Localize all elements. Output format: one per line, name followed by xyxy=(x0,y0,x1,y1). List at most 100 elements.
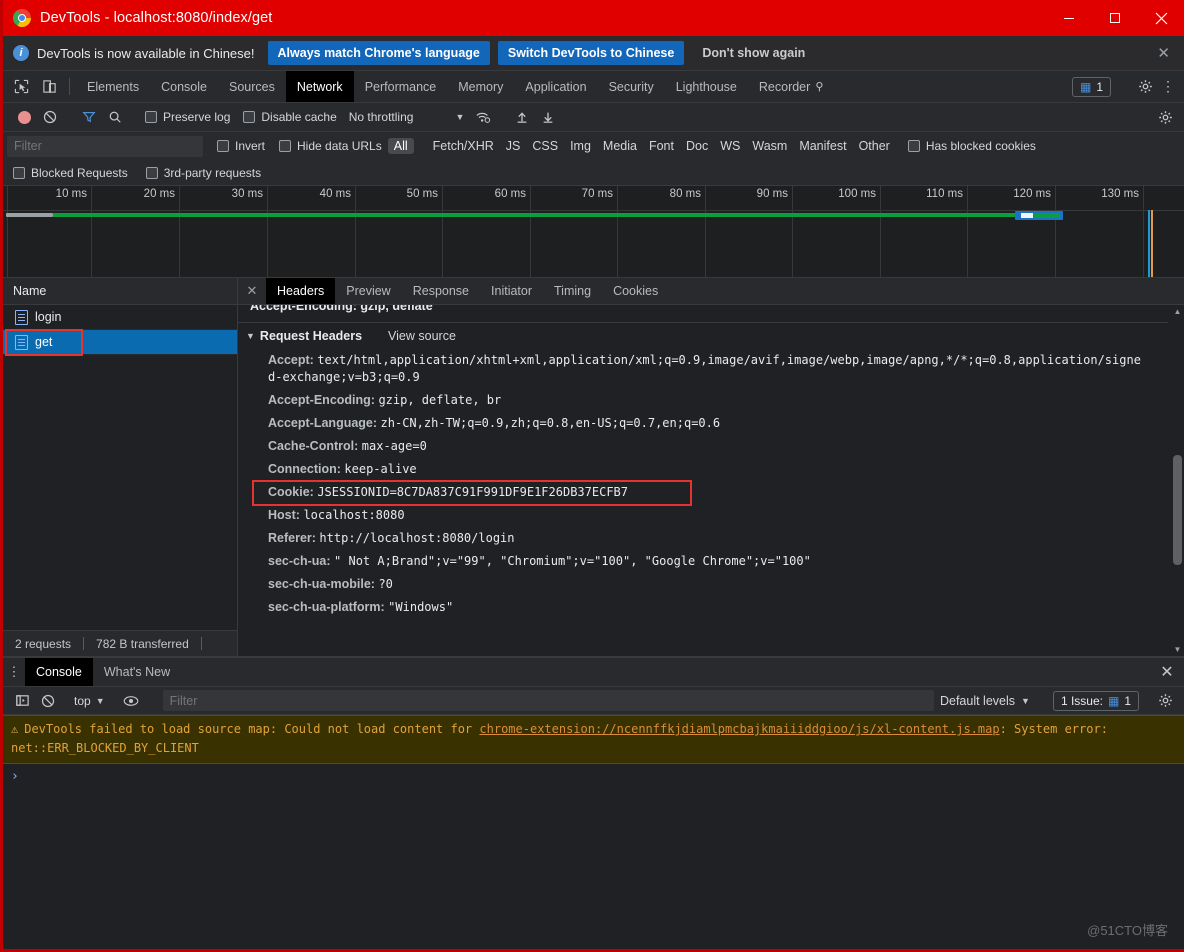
tab-label: Network xyxy=(296,79,343,94)
scroll-up-arrow-icon[interactable]: ▲ xyxy=(1171,305,1184,318)
kebab-menu-icon[interactable]: ⋮ xyxy=(3,658,25,686)
throttling-select[interactable]: No throttling xyxy=(349,110,414,124)
issues-counter-button[interactable]: ▦ 1 xyxy=(1071,76,1111,97)
console-sidebar-icon[interactable] xyxy=(9,688,35,714)
kebab-menu-icon[interactable]: ⋮ xyxy=(1158,78,1178,95)
filter-funnel-icon[interactable] xyxy=(76,104,102,130)
filter-type-wasm[interactable]: Wasm xyxy=(746,138,793,154)
window-title: DevTools - localhost:8080/index/get xyxy=(40,10,273,26)
details-tab-initiator[interactable]: Initiator xyxy=(480,278,543,304)
clear-icon[interactable] xyxy=(37,104,63,130)
close-icon[interactable] xyxy=(1138,0,1184,36)
header-row-referer: Referer: http://localhost:8080/login xyxy=(238,527,1168,550)
header-row-accept-language: Accept-Language: zh-CN,zh-TW;q=0.9,zh;q=… xyxy=(238,412,1168,435)
details-tab-preview[interactable]: Preview xyxy=(335,278,401,304)
blocked-requests-checkbox[interactable]: Blocked Requests xyxy=(13,166,128,180)
third-party-requests-checkbox[interactable]: 3rd-party requests xyxy=(145,165,262,180)
details-tab-headers[interactable]: Headers xyxy=(266,278,336,304)
filter-type-ws[interactable]: WS xyxy=(714,138,746,154)
filter-type-other[interactable]: Other xyxy=(853,138,896,154)
dont-show-again-button[interactable]: Don't show again xyxy=(692,41,815,65)
maximize-icon[interactable] xyxy=(1092,0,1138,36)
filter-type-js[interactable]: JS xyxy=(500,138,527,154)
console-messages[interactable]: ⚠ DevTools failed to load source map: Cou… xyxy=(3,715,1184,949)
gear-icon[interactable] xyxy=(1152,110,1178,125)
filter-input[interactable] xyxy=(7,135,203,157)
device-toolbar-icon[interactable] xyxy=(35,71,63,102)
source-map-link[interactable]: chrome-extension://ncennffkjdiamlpmcbajk… xyxy=(479,722,999,736)
scroll-down-arrow-icon[interactable]: ▼ xyxy=(1171,643,1184,656)
close-icon[interactable]: ✕ xyxy=(1150,658,1184,686)
tab-console[interactable]: Console xyxy=(150,71,218,102)
log-levels-select[interactable]: Default levels ▼ xyxy=(940,694,1030,708)
console-filter-input[interactable] xyxy=(162,690,934,711)
tab-memory[interactable]: Memory xyxy=(447,71,514,102)
switch-to-chinese-button[interactable]: Switch DevTools to Chinese xyxy=(497,41,685,65)
console-issues-button[interactable]: 1 Issue: ▦ 1 xyxy=(1052,690,1139,711)
view-source-button[interactable]: View source xyxy=(388,329,456,343)
tab-elements[interactable]: Elements xyxy=(76,71,150,102)
gear-icon[interactable] xyxy=(1152,693,1178,708)
filter-type-img[interactable]: Img xyxy=(564,138,597,154)
checkbox-box xyxy=(13,166,25,179)
tab-lighthouse[interactable]: Lighthouse xyxy=(665,71,748,102)
chevron-down-icon: ▼ xyxy=(95,695,105,706)
drawer-tab-console[interactable]: Console xyxy=(25,658,93,686)
tab-recorder[interactable]: Recorder ⚲ xyxy=(748,71,834,102)
clear-console-icon[interactable] xyxy=(35,688,61,714)
network-conditions-icon[interactable] xyxy=(470,104,496,130)
console-prompt[interactable]: › xyxy=(3,764,1184,789)
tab-sources[interactable]: Sources xyxy=(218,71,286,102)
tab-network[interactable]: Network xyxy=(285,71,354,102)
tab-label: Sources xyxy=(228,79,275,94)
tick-label: 60 ms xyxy=(494,188,526,200)
console-warning-message[interactable]: ⚠ DevTools failed to load source map: Cou… xyxy=(3,715,1184,764)
details-tab-timing[interactable]: Timing xyxy=(543,278,602,304)
preserve-log-checkbox[interactable]: Preserve log xyxy=(145,110,230,124)
always-match-language-button[interactable]: Always match Chrome's language xyxy=(267,41,490,65)
request-row-get[interactable]: get xyxy=(3,330,237,355)
banner-close-icon[interactable]: ✕ xyxy=(1151,44,1176,62)
close-icon[interactable]: ✕ xyxy=(238,278,266,304)
triangle-down-icon[interactable]: ▼ xyxy=(246,331,255,341)
live-expression-icon[interactable] xyxy=(118,688,144,714)
filter-type-doc[interactable]: Doc xyxy=(680,138,714,154)
gear-icon[interactable] xyxy=(1132,79,1158,94)
details-tab-cookies[interactable]: Cookies xyxy=(602,278,669,304)
scrollbar-thumb[interactable] xyxy=(1173,455,1182,565)
request-headers-section-title[interactable]: ▼ Request Headers View source xyxy=(238,329,1168,343)
headers-scroll-area[interactable]: Accept-Encoding: gzip, deflate ▼ Request… xyxy=(238,305,1184,656)
tab-application[interactable]: Application xyxy=(514,71,597,102)
filter-type-font[interactable]: Font xyxy=(643,138,680,154)
filter-type-media[interactable]: Media xyxy=(597,138,643,154)
header-rows: Accept: text/html,application/xhtml+xml,… xyxy=(238,343,1168,619)
hide-data-urls-checkbox[interactable]: Hide data URLs xyxy=(279,139,382,153)
filter-type-manifest[interactable]: Manifest xyxy=(793,138,852,154)
headers-scrollbar[interactable]: ▲ ▼ xyxy=(1171,305,1184,656)
disable-cache-checkbox[interactable]: Disable cache xyxy=(243,110,337,124)
console-drawer: ⋮ Console What's New ✕ top ▼ Filter Defa… xyxy=(3,657,1184,949)
filter-type-all[interactable]: All xyxy=(387,138,414,154)
search-icon[interactable] xyxy=(102,104,128,130)
request-row-login[interactable]: login xyxy=(3,305,237,330)
network-overview-timeline[interactable]: 10 ms 20 ms 30 ms 40 ms 50 ms 60 ms 70 m… xyxy=(3,186,1184,278)
filter-type-fetch-xhr[interactable]: Fetch/XHR xyxy=(427,138,500,154)
import-har-icon[interactable] xyxy=(509,104,535,130)
chevron-down-icon[interactable]: ▼ xyxy=(455,112,464,122)
has-blocked-cookies-checkbox[interactable]: Has blocked cookies xyxy=(907,139,1036,153)
execution-context-select[interactable]: top ▼ xyxy=(74,694,105,708)
minimize-icon[interactable] xyxy=(1046,0,1092,36)
filter-type-css[interactable]: CSS xyxy=(526,138,564,154)
request-list[interactable]: login get xyxy=(3,305,237,630)
invert-checkbox[interactable]: Invert xyxy=(217,139,265,153)
details-tab-response[interactable]: Response xyxy=(402,278,480,304)
tab-performance[interactable]: Performance xyxy=(354,71,448,102)
tab-security[interactable]: Security xyxy=(598,71,665,102)
record-stop-icon[interactable] xyxy=(11,104,37,130)
header-row-host: Host: localhost:8080 xyxy=(238,504,1168,527)
drawer-tab-whats-new[interactable]: What's New xyxy=(93,658,181,686)
third-party-requests-label: 3rd-party requests xyxy=(163,165,262,180)
inspect-element-icon[interactable] xyxy=(7,71,35,102)
request-list-header[interactable]: Name xyxy=(3,278,237,305)
export-har-icon[interactable] xyxy=(535,104,561,130)
